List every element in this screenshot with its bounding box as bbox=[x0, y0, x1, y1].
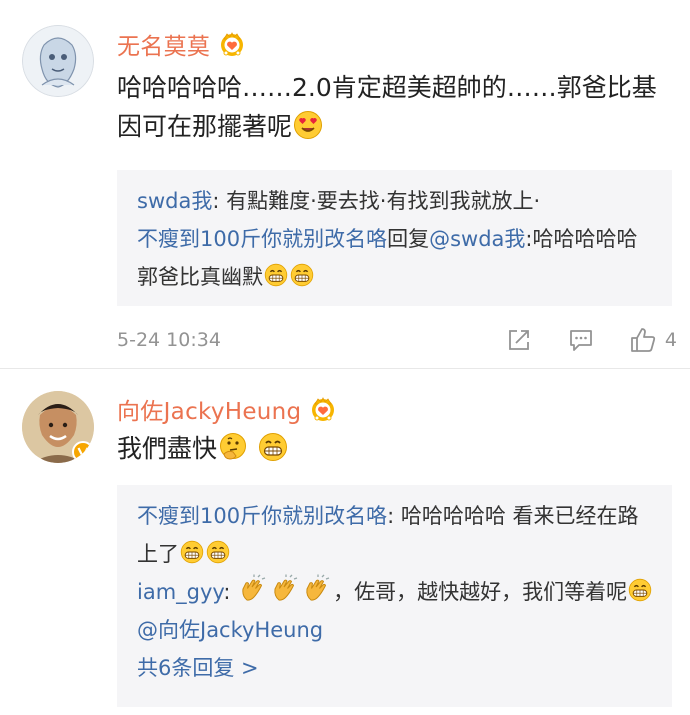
like-count: 4 bbox=[664, 329, 677, 351]
username[interactable]: 向佐JackyHeung bbox=[117, 392, 301, 426]
comment-icon bbox=[570, 330, 592, 351]
reply-box[interactable]: 不瘦到100斤你就别改名咯: 哈哈哈哈哈 看来已经在路上了 iam_gyy: ，… bbox=[117, 485, 672, 707]
grin-emoji-icon bbox=[290, 263, 314, 287]
mention-link[interactable]: @swda我 bbox=[429, 227, 525, 251]
reply-username[interactable]: swda我 bbox=[137, 189, 212, 213]
share-button[interactable] bbox=[505, 326, 533, 354]
comment-button[interactable] bbox=[567, 326, 595, 354]
comment-footer: 5-24 10:34 4 bbox=[117, 320, 677, 360]
share-icon bbox=[509, 330, 529, 350]
mention-link[interactable]: @向佐JackyHeung bbox=[137, 618, 323, 642]
comment-text: 我們盡快 bbox=[117, 429, 667, 468]
reply-item: swda我: 有點難度·要去找·有找到我就放上· bbox=[137, 189, 541, 213]
comment-item: 无名莫莫 哈哈哈哈哈……2.0肯定超美超帥的……郭爸比基因可在那擺著呢 swda… bbox=[0, 0, 690, 368]
clap-emoji-icon bbox=[238, 574, 268, 604]
like-icon bbox=[631, 328, 656, 352]
reply-username[interactable]: 不瘦到100斤你就别改名咯 bbox=[137, 504, 387, 528]
clap-emoji-icon bbox=[302, 574, 332, 604]
reply-item: 不瘦到100斤你就别改名咯: 哈哈哈哈哈 看来已经在路上了 bbox=[137, 504, 639, 566]
avatar[interactable] bbox=[22, 391, 94, 463]
reply-username[interactable]: 不瘦到100斤你就别改名咯 bbox=[137, 227, 387, 251]
grin-emoji-icon bbox=[264, 263, 288, 287]
reply-box[interactable]: swda我: 有點難度·要去找·有找到我就放上· 不瘦到100斤你就别改名咯回复… bbox=[117, 170, 672, 306]
thinking-emoji-icon bbox=[218, 432, 248, 462]
heart-eyes-emoji-icon bbox=[293, 110, 323, 140]
avatar[interactable] bbox=[22, 25, 94, 97]
reply-text: 有點難度·要去找·有找到我就放上· bbox=[226, 189, 541, 213]
grin-emoji-icon bbox=[180, 540, 204, 564]
grin-emoji-icon bbox=[258, 432, 288, 462]
more-replies-link[interactable]: 共6条回复 > bbox=[137, 649, 654, 687]
crown-badge-icon bbox=[309, 396, 337, 422]
like-button[interactable]: 4 bbox=[629, 326, 677, 354]
comment-text: 哈哈哈哈哈……2.0肯定超美超帥的……郭爸比基因可在那擺著呢 bbox=[117, 73, 657, 141]
reply-item: 不瘦到100斤你就别改名咯回复@swda我:哈哈哈哈哈 郭爸比真幽默 bbox=[137, 227, 638, 289]
timestamp: 5-24 10:34 bbox=[117, 329, 221, 351]
grin-emoji-icon bbox=[206, 540, 230, 564]
reply-item: iam_gyy: ，佐哥，越快越好，我们等着呢@向佐JackyHeung bbox=[137, 573, 654, 649]
comment-item: 向佐JackyHeung 我們盡快 不瘦到100斤你就别改名咯: 哈哈哈哈哈 看… bbox=[0, 368, 690, 715]
clap-emoji-icon bbox=[270, 574, 300, 604]
verified-badge-icon bbox=[72, 441, 94, 463]
crown-badge-icon bbox=[218, 31, 246, 57]
username[interactable]: 无名莫莫 bbox=[117, 27, 210, 61]
reply-text: ，佐哥，越快越好，我们等着呢 bbox=[333, 580, 628, 604]
grin-emoji-icon bbox=[628, 578, 652, 602]
reply-username[interactable]: iam_gyy bbox=[137, 580, 223, 604]
